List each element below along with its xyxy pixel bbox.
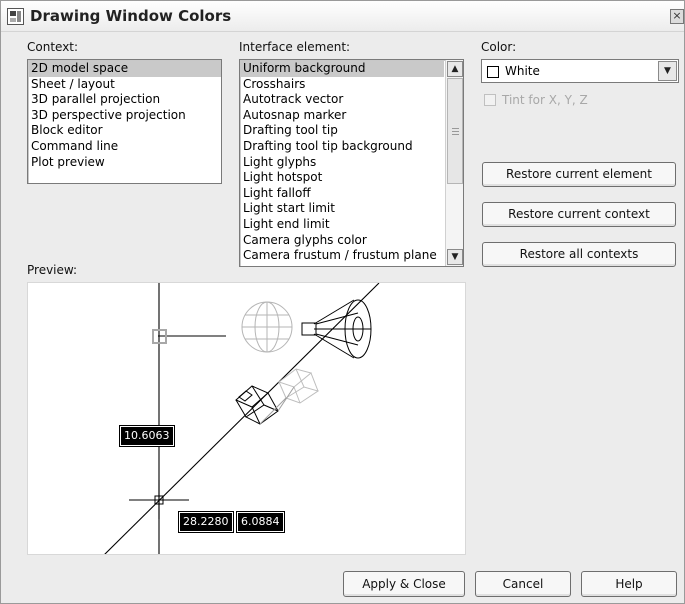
- color-label: Color:: [481, 40, 517, 54]
- drawing-window-colors-dialog: Drawing Window Colors × Context: 2D mode…: [0, 0, 685, 604]
- camera-frustum-icon: [277, 368, 320, 404]
- interface-element-list-item[interactable]: Autotrack vector: [240, 92, 444, 108]
- context-label: Context:: [27, 40, 79, 54]
- color-value: White: [505, 64, 540, 78]
- context-items: 2D model space Sheet / layout 3D parallel …: [28, 61, 221, 170]
- interface-element-list-item[interactable]: Drafting tool tip: [240, 123, 444, 139]
- preview-label: Preview:: [27, 263, 78, 277]
- interface-element-label: Interface element:: [239, 40, 351, 54]
- tint-label: Tint for X, Y, Z: [502, 93, 588, 107]
- interface-element-list-item[interactable]: Light hotspot: [240, 170, 444, 186]
- scrollbar-thumb[interactable]: [447, 78, 463, 184]
- close-button[interactable]: ×: [670, 9, 684, 24]
- context-list-item[interactable]: Plot preview: [28, 155, 221, 171]
- context-list-item[interactable]: Command line: [28, 139, 221, 155]
- color-swatch: [487, 66, 499, 78]
- context-list-item[interactable]: 3D perspective projection: [28, 108, 221, 124]
- interface-element-list-item[interactable]: Light end limit: [240, 217, 444, 233]
- interface-element-list-item[interactable]: Light start limit: [240, 201, 444, 217]
- restore-all-contexts-button[interactable]: Restore all contexts: [482, 242, 676, 267]
- cancel-button[interactable]: Cancel: [475, 571, 571, 597]
- interface-element-items: Uniform background Crosshairs Autotrack ve…: [240, 61, 444, 264]
- drawing-window-icon: [7, 8, 24, 25]
- interface-element-list[interactable]: Uniform background Crosshairs Autotrack ve…: [239, 59, 464, 267]
- help-button[interactable]: Help: [581, 571, 677, 597]
- scrollbar-grip-icon: [452, 128, 459, 129]
- interface-element-list-item[interactable]: Camera glyphs color: [240, 233, 444, 249]
- scroll-down-arrow-icon[interactable]: ▼: [447, 249, 463, 265]
- interface-element-list-item[interactable]: Crosshairs: [240, 77, 444, 93]
- scroll-up-arrow-icon[interactable]: ▲: [447, 61, 463, 77]
- chevron-down-icon[interactable]: ▼: [658, 61, 677, 81]
- context-list-item[interactable]: 2D model space: [28, 61, 221, 77]
- tint-checkbox[interactable]: [484, 94, 496, 106]
- context-list[interactable]: 2D model space Sheet / layout 3D parallel …: [27, 59, 222, 184]
- coordinate-tooltip-y: 6.0884: [236, 511, 285, 533]
- interface-element-list-item[interactable]: Camera frustum / frustum plane: [240, 248, 444, 264]
- preview-panel: 10.6063 28.2280 6.0884: [27, 282, 466, 555]
- title-bar[interactable]: Drawing Window Colors ×: [1, 1, 684, 32]
- context-list-item[interactable]: 3D parallel projection: [28, 92, 221, 108]
- restore-current-element-button[interactable]: Restore current element: [482, 162, 676, 187]
- interface-element-list-item[interactable]: Autosnap marker: [240, 108, 444, 124]
- light-globe-icon: [241, 301, 293, 353]
- context-list-item[interactable]: Block editor: [28, 123, 221, 139]
- apply-close-button[interactable]: Apply & Close: [343, 571, 465, 597]
- dimension-tooltip-vertical: 10.6063: [119, 425, 175, 447]
- coordinate-tooltip-x: 28.2280: [178, 511, 234, 533]
- interface-element-list-item[interactable]: Light falloff: [240, 186, 444, 202]
- color-dropdown[interactable]: White ▼: [481, 59, 679, 83]
- interface-element-list-item[interactable]: Light glyphs: [240, 155, 444, 171]
- vertical-scrollbar[interactable]: ▲ ▼: [445, 60, 463, 266]
- interface-element-list-item[interactable]: Drafting tool tip background: [240, 139, 444, 155]
- interface-element-list-item[interactable]: Uniform background: [240, 61, 444, 77]
- context-list-item[interactable]: Sheet / layout: [28, 77, 221, 93]
- restore-current-context-button[interactable]: Restore current context: [482, 202, 676, 227]
- dialog-title: Drawing Window Colors: [30, 7, 232, 25]
